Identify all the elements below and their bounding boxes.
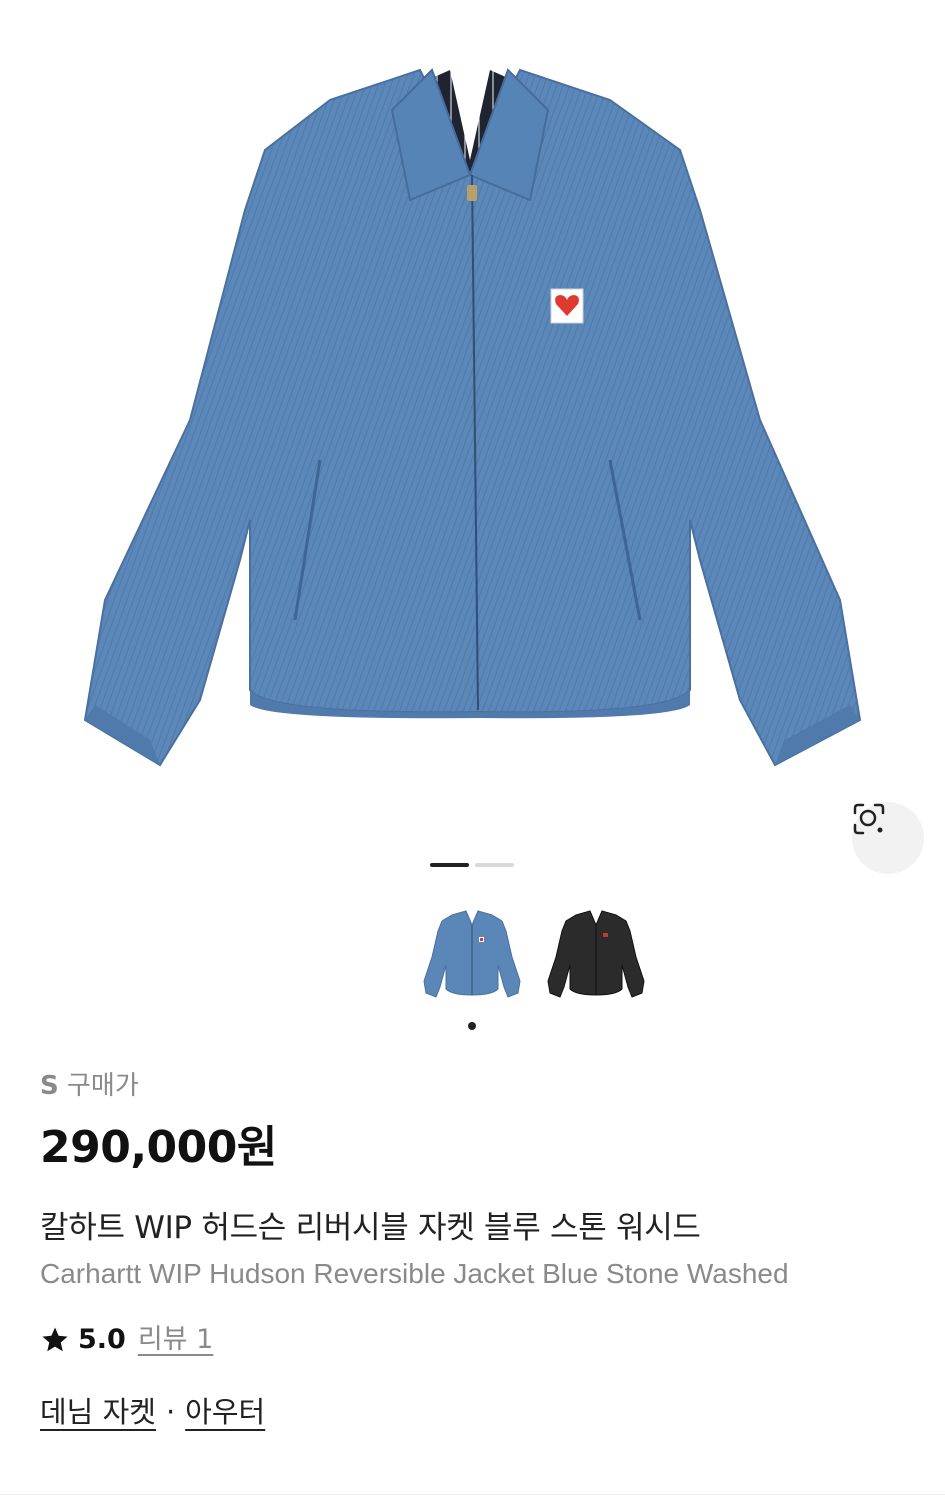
size-letter: S <box>40 1071 59 1101</box>
section-divider <box>0 1494 945 1495</box>
pager-indicator-active[interactable] <box>430 863 469 867</box>
review-count-link[interactable]: 리뷰 1 <box>138 1320 213 1360</box>
blue-jacket-thumbnail-image <box>423 910 521 998</box>
thumbnail-blue-jacket[interactable] <box>420 905 524 1005</box>
product-price: 290,000원 <box>40 1122 277 1173</box>
product-rating: 5.0 리뷰 1 <box>40 1320 910 1360</box>
category-separator: · <box>165 1395 176 1429</box>
image-search-icon <box>853 803 885 835</box>
purchase-price-label: 구매가 <box>67 1071 139 1101</box>
zipper-pull <box>467 185 477 201</box>
product-name-korean: 칼하트 WIP 허드슨 리버시블 자켓 블루 스톤 워시드 <box>40 1210 701 1246</box>
category-link-outer[interactable]: 아우터 <box>185 1395 265 1429</box>
selected-thumbnail-dot <box>468 1022 476 1030</box>
image-search-button[interactable] <box>852 802 924 874</box>
black-jacket-thumbnail-image <box>547 910 645 998</box>
category-breadcrumb: 데님 자켓 · 아우터 <box>40 1390 910 1434</box>
star-icon <box>42 1327 68 1352</box>
category-link-denim-jacket[interactable]: 데님 자켓 <box>40 1395 156 1429</box>
product-main-image[interactable] <box>0 0 945 900</box>
brand-label <box>550 288 584 324</box>
product-info: S 구매가 290,000원 칼하트 WIP 허드슨 리버시블 자켓 블루 스톤… <box>40 1068 910 1434</box>
image-pager <box>430 863 514 867</box>
pager-indicator[interactable] <box>475 863 514 867</box>
color-thumbnails <box>420 905 648 1005</box>
thumbnail-black-jacket[interactable] <box>544 905 648 1005</box>
size-purchase-label: S 구매가 <box>40 1068 910 1104</box>
jacket-illustration <box>83 68 862 767</box>
product-name-english: Carhartt WIP Hudson Reversible Jacket Bl… <box>40 1258 789 1289</box>
rating-score: 5.0 <box>78 1324 126 1355</box>
